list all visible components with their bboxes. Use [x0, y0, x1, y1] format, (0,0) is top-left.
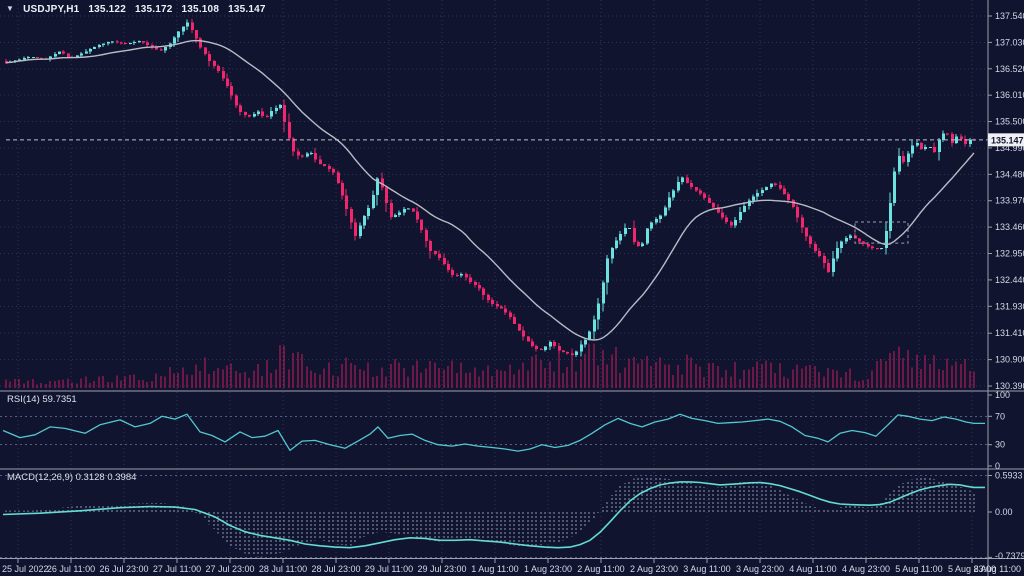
- time-axis-label: 2 Aug 23:00: [630, 564, 678, 574]
- time-axis-label: 27 Jul 23:00: [205, 564, 254, 574]
- price-axis-label: 130.900: [995, 355, 1024, 365]
- low-value: 135.108: [182, 4, 220, 15]
- trading-terminal-chart: ▼ USDJPY,H1 135.122 135.172 135.108 135.…: [0, 0, 1024, 576]
- time-axis[interactable]: 25 Jul 202226 Jul 11:00 26 Jul 23:00 27 Ju…: [2, 559, 1021, 575]
- price-axis-label: 131.410: [995, 328, 1024, 338]
- time-axis-label: 4 Aug 11:00: [789, 564, 836, 574]
- close-value: 135.147: [228, 4, 266, 15]
- time-axis-label: 1 Aug 23:00: [524, 564, 572, 574]
- price-axis-label: 136.520: [995, 64, 1024, 74]
- price-axis-label: 133.460: [995, 222, 1024, 232]
- rsi-scale-label: 100: [995, 390, 1010, 400]
- time-axis-label: 26 Jul 11:00: [47, 564, 95, 574]
- chart-ohlc-header: ▼ USDJPY,H1 135.122 135.172 135.108 135.…: [6, 4, 266, 15]
- rsi-scale-label: 70: [995, 411, 1005, 421]
- collapse-header-arrow-icon[interactable]: ▼: [6, 4, 14, 15]
- time-axis-label: 27 Jul 11:00: [153, 564, 201, 574]
- time-axis-label: 1 Aug 11:00: [471, 564, 518, 574]
- time-axis-label: 28 Jul 11:00: [259, 564, 307, 574]
- time-axis-label: 3 Aug 11:00: [683, 564, 730, 574]
- main-chart-panel[interactable]: [0, 0, 988, 391]
- macd-panel[interactable]: [0, 469, 988, 559]
- price-axis-label: 132.950: [995, 249, 1024, 259]
- price-axis-label: 133.970: [995, 196, 1024, 206]
- time-axis-label: 2 Aug 11:00: [577, 564, 624, 574]
- rsi-indicator-label: RSI(14) 59.7351: [7, 394, 77, 405]
- time-axis-label: 25 Jul 2022: [2, 564, 49, 574]
- rsi-panel[interactable]: [0, 391, 988, 469]
- symbol-period-label: USDJPY,H1: [23, 4, 79, 15]
- price-axis-label: 135.500: [995, 117, 1024, 127]
- time-axis-label: 3 Aug 23:00: [736, 564, 784, 574]
- high-value: 135.172: [135, 4, 173, 15]
- price-axis[interactable]: 137.540137.030136.520136.010135.500134.9…: [988, 11, 1024, 561]
- price-axis-label: 136.010: [995, 90, 1024, 100]
- price-axis-label: 137.030: [995, 37, 1024, 47]
- macd-indicator-label: MACD(12,26,9) 0.3128 0.3984: [7, 472, 136, 483]
- price-axis-label: 131.930: [995, 301, 1024, 311]
- current-price-tag-value: 135.147: [991, 135, 1024, 145]
- macd-scale-label: 0.5933: [995, 471, 1023, 481]
- time-axis-label: 28 Jul 23:00: [311, 564, 360, 574]
- macd-scale-label: 0.00: [995, 507, 1013, 517]
- price-axis-label: 134.480: [995, 169, 1024, 179]
- time-axis-label: 8 Aug 11:00: [974, 564, 1021, 574]
- time-axis-label: 26 Jul 23:00: [99, 564, 148, 574]
- macd-scale-label: -0.7379: [995, 551, 1024, 561]
- open-value: 135.122: [88, 4, 126, 15]
- time-axis-label: 5 Aug 11:00: [895, 564, 942, 574]
- time-axis-label: 29 Jul 23:00: [417, 564, 466, 574]
- price-axis-label: 137.540: [995, 11, 1024, 21]
- price-axis-label: 132.440: [995, 275, 1024, 285]
- rsi-scale-label: 0: [995, 461, 1000, 471]
- rsi-scale-label: 30: [995, 440, 1005, 450]
- time-axis-label: 4 Aug 23:00: [842, 564, 890, 574]
- time-axis-label: 29 Jul 11:00: [365, 564, 413, 574]
- chart-canvas[interactable]: 137.540137.030136.520136.010135.500134.9…: [0, 0, 1024, 576]
